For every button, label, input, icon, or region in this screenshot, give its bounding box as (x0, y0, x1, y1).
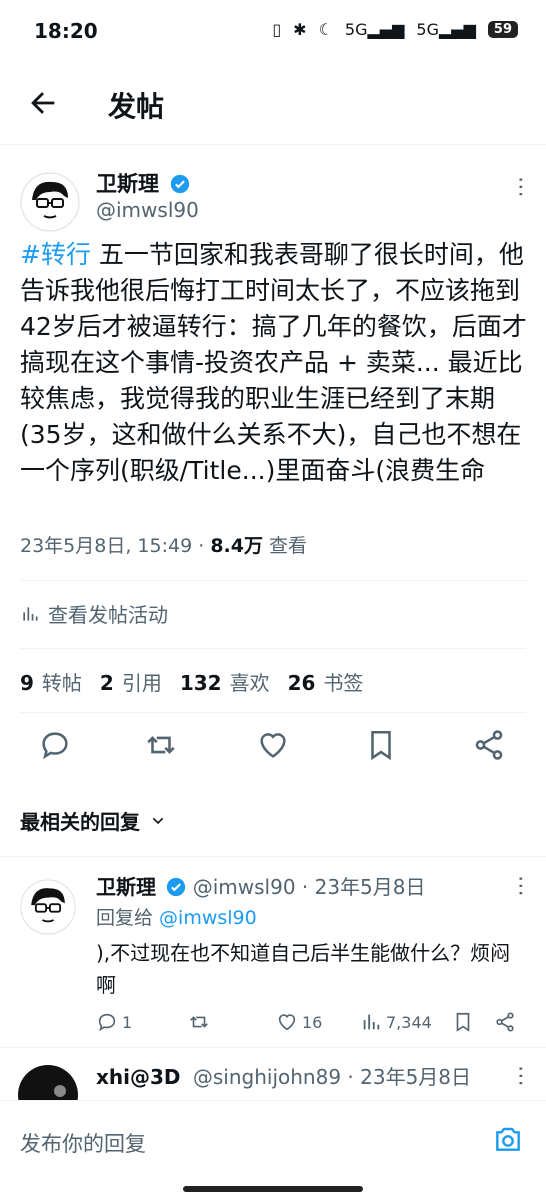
status-bar: 18:20 ▯ ✱ ☾ 5G▂▄▆ 5G▂▄▆ 59 (0, 0, 546, 64)
reply-text: ),不过现在也不知道自己后半生能做什么？烦闷啊 (96, 941, 511, 997)
analytics-icon (363, 1014, 380, 1030)
reply-retweet-action[interactable] (188, 1011, 210, 1033)
reply-like-action[interactable]: 16 (276, 1011, 322, 1033)
like-icon[interactable] (256, 728, 290, 762)
verified-badge-icon (167, 877, 186, 897)
share-icon (496, 1012, 514, 1032)
reply-to-line: 回复给 @imwsl90 (96, 903, 257, 930)
reply-icon (98, 1013, 116, 1032)
more-options-icon[interactable]: ⋯ (508, 1065, 533, 1087)
bookmark-icon[interactable] (364, 728, 398, 762)
tweet-body: 五一节回家和我表哥聊了很长时间，他告诉我他很后悔打工时间太长了，不应该拖到42岁… (20, 240, 527, 485)
analytics-icon (23, 606, 38, 621)
likes-stat[interactable]: 132 喜欢 (180, 667, 270, 696)
moon-icon: ☾ (318, 20, 333, 39)
page-header: 发帖 (0, 64, 546, 145)
tweet-actions (20, 728, 526, 768)
view-activity-link[interactable]: 查看发帖活动 (20, 599, 168, 628)
quotes-label: 引用 (121, 671, 162, 695)
verified-badge-icon (171, 174, 190, 194)
author-name-row: 卫斯理 (96, 168, 190, 198)
reply-views-count: 7,344 (386, 1012, 432, 1032)
reply-header: xhi@3D @singhijohn89 · 23年5月8日 (96, 1061, 471, 1090)
reply-card[interactable]: 卫斯理 @imwsl90 · 23年5月8日 ⋯ 回复给 @imwsl90 ),… (0, 856, 546, 1048)
reply-to-label: 回复给 (96, 907, 160, 929)
5g-signal-icon: 5G▂▄▆ (416, 20, 476, 39)
reply-views-action[interactable]: 7,344 (360, 1011, 432, 1033)
5g-signal-icon: 5G▂▄▆ (344, 20, 405, 39)
reply-input[interactable]: 发布你的回复 (20, 1128, 146, 1158)
avatar[interactable] (20, 172, 80, 232)
reply-meta: @singhijohn89 · 23年5月8日 (192, 1065, 472, 1089)
retweet-icon (190, 1016, 208, 1028)
divider (20, 648, 526, 649)
tweet-timestamp: 23年5月8日, 15:49 · (20, 535, 211, 557)
reply-composer[interactable]: 发布你的回复 (0, 1100, 546, 1183)
divider (20, 580, 526, 581)
hashtag-link[interactable]: #转行 (20, 240, 91, 269)
bookmarks-label: 书签 (323, 671, 364, 695)
tweet-stats: 9 转帖 2 引用 132 喜欢 26 书签 (20, 667, 363, 696)
quotes-count: 2 (99, 671, 114, 695)
avatar-illustration (20, 172, 80, 232)
arrow-left-icon[interactable] (26, 86, 60, 120)
camera-icon[interactable] (492, 1123, 524, 1155)
bluetooth-icon: ✱ (293, 20, 307, 39)
more-options-icon[interactable]: ⋯ (508, 875, 533, 897)
bookmarks-count: 26 (287, 671, 316, 695)
replies-sort-dropdown[interactable]: 最相关的回复 (20, 806, 166, 835)
reply-like-count: 16 (302, 1012, 323, 1032)
bookmarks-stat[interactable]: 26 书签 (288, 667, 364, 696)
reply-comment-action[interactable]: 1 (96, 1011, 132, 1033)
status-icons: ▯ ✱ ☾ 5G▂▄▆ 5G▂▄▆ 59 (272, 20, 518, 39)
retweets-stat[interactable]: 9 转帖 (20, 667, 82, 696)
battery-indicator: 59 (487, 21, 518, 38)
likes-label: 喜欢 (229, 671, 270, 695)
reply-author-name[interactable]: 卫斯理 (96, 875, 156, 899)
avatar-illustration (20, 879, 76, 935)
views-count: 8.4万 (210, 535, 263, 557)
reply-share-action[interactable] (494, 1011, 516, 1033)
avatar[interactable] (20, 879, 76, 935)
reply-bookmark-action[interactable] (452, 1011, 474, 1033)
vibrate-icon: ▯ (272, 20, 282, 39)
more-options-icon[interactable]: ⋯ (508, 176, 533, 198)
reply-header: 卫斯理 @imwsl90 · 23年5月8日 (96, 871, 426, 900)
view-activity-label: 查看发帖活动 (48, 603, 168, 627)
avatar-moon-image (54, 1085, 66, 1097)
reply-card[interactable]: xhi@3D @singhijohn89 · 23年5月8日 ⋯ (0, 1047, 546, 1100)
likes-count: 132 (179, 671, 222, 695)
reply-author-name[interactable]: xhi@3D (96, 1065, 181, 1089)
bookmark-icon (456, 1012, 470, 1032)
share-icon[interactable] (472, 728, 506, 762)
tweet-text: #转行 五一节回家和我表哥聊了很长时间，他告诉我他很后悔打工时间太长了，不应该拖… (20, 237, 530, 489)
replies-section-title: 最相关的回复 (20, 810, 140, 834)
tweet-meta: 23年5月8日, 15:49 · 8.4万 查看 (20, 531, 307, 558)
reply-to-handle[interactable]: @imwsl90 (159, 907, 257, 929)
quotes-stat[interactable]: 2 引用 (100, 667, 162, 696)
views-label: 查看 (262, 535, 308, 557)
author-handle[interactable]: @imwsl90 (96, 198, 199, 222)
divider (20, 712, 526, 713)
reply-comment-count: 1 (122, 1012, 133, 1032)
retweets-count: 9 (20, 671, 34, 695)
retweet-icon[interactable] (144, 728, 178, 762)
chevron-down-icon (152, 817, 164, 824)
like-icon (278, 1014, 296, 1031)
home-indicator[interactable] (183, 1186, 363, 1192)
avatar[interactable] (18, 1065, 78, 1100)
reply-icon[interactable] (38, 728, 72, 762)
page-title: 发帖 (108, 90, 165, 123)
retweets-label: 转帖 (41, 671, 82, 695)
reply-meta: @imwsl90 · 23年5月8日 (192, 875, 426, 899)
status-time: 18:20 (34, 19, 98, 43)
author-name[interactable]: 卫斯理 (96, 172, 159, 196)
